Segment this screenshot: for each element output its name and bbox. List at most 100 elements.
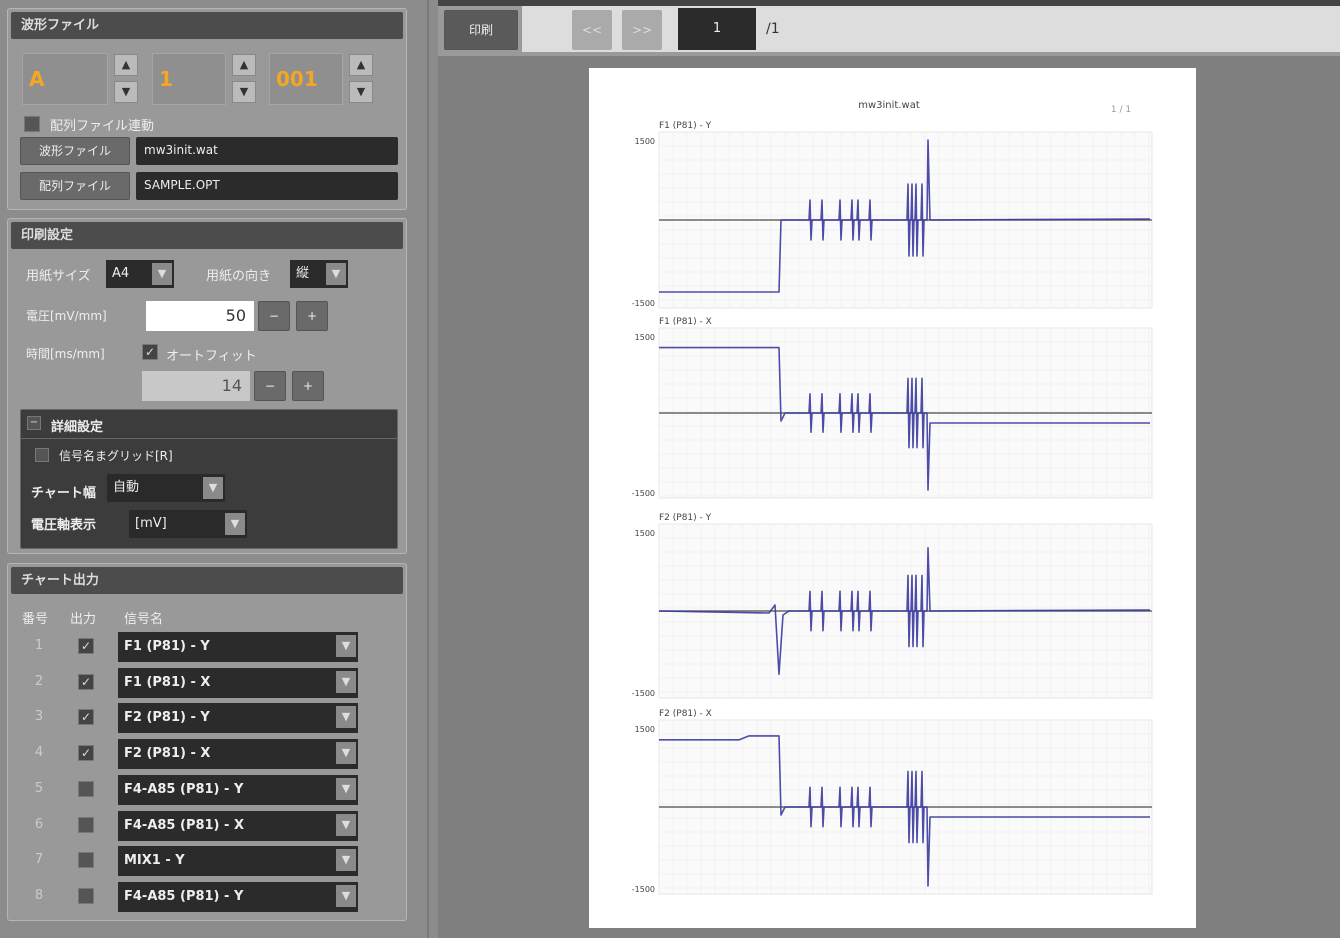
output-checkbox[interactable] <box>78 852 94 869</box>
detail-title: 詳細設定 <box>51 420 104 435</box>
section-title: 波形ファイル <box>11 12 403 39</box>
row-number: 2 <box>34 673 44 689</box>
signal-select[interactable]: F1 (P81) - X ▼ <box>118 667 358 698</box>
orientation-value: 縦 <box>296 266 310 281</box>
time-input[interactable]: 14 <box>142 371 250 401</box>
code-001-up-button[interactable]: ▲ <box>349 54 373 76</box>
signal-value: F4-A85 (P81) - Y <box>124 888 244 904</box>
array-file-value[interactable]: SAMPLE.OPT <box>136 172 398 200</box>
array-file-button[interactable]: 配列ファイル <box>20 172 130 200</box>
chevron-down-icon: ▼ <box>203 477 223 499</box>
prev-page-button[interactable]: << <box>572 10 612 50</box>
wave-file-value[interactable]: mw3init.wat <box>136 137 398 165</box>
chevron-down-icon: ▼ <box>336 884 356 907</box>
y-min-label: -1500 <box>632 489 655 498</box>
time-label: 時間[ms/mm] <box>26 347 105 361</box>
row-number: 6 <box>34 816 44 832</box>
time-minus-button[interactable]: − <box>254 371 286 401</box>
row-number: 4 <box>34 745 44 761</box>
signal-select[interactable]: F2 (P81) - X ▼ <box>118 739 358 770</box>
y-max-label: 1500 <box>635 333 655 342</box>
chevron-down-icon: ▼ <box>336 849 356 872</box>
chart-label: F2 (P81) - Y <box>659 513 712 523</box>
output-checkbox[interactable] <box>78 887 94 904</box>
chevron-down-icon: ▼ <box>336 777 356 800</box>
chart-width-value: 自動 <box>113 480 140 495</box>
row-number: 8 <box>34 887 44 903</box>
section-title: 印刷設定 <box>11 222 403 249</box>
section-title: チャート出力 <box>11 567 403 594</box>
output-checkbox[interactable] <box>78 780 94 797</box>
link-array-checkbox[interactable] <box>24 116 40 132</box>
output-checkbox[interactable]: ✓ <box>78 638 94 654</box>
grid-label: 信号名まグリッド[R] <box>59 449 173 463</box>
signal-value: MIX1 - Y <box>124 853 185 869</box>
orientation-select[interactable]: 縦 ▼ <box>290 260 348 288</box>
panel-splitter[interactable] <box>418 0 438 938</box>
autofit-label: オートフィット <box>166 349 257 364</box>
link-array-label: 配列ファイル連動 <box>50 119 155 134</box>
y-min-label: -1500 <box>632 689 655 698</box>
preview-page: mw3init.wat 1 / 1 F1 (P81) - Y 1500 -1500 F… <box>589 68 1196 928</box>
signal-select[interactable]: F4-A85 (P81) - X ▼ <box>118 810 358 841</box>
chevron-down-icon: ▼ <box>225 513 245 535</box>
signal-value: F1 (P81) - Y <box>124 639 210 654</box>
signal-select[interactable]: F1 (P81) - Y ▼ <box>118 632 358 662</box>
output-checkbox[interactable]: ✓ <box>78 709 94 726</box>
y-max-label: 1500 <box>635 725 655 734</box>
chart-width-select[interactable]: 自動 ▼ <box>107 474 225 502</box>
code-1-field[interactable]: 1 <box>152 53 226 105</box>
col-signal-header: 信号名 <box>124 612 164 627</box>
row-number: 5 <box>34 780 44 796</box>
code-001-down-button[interactable]: ▼ <box>349 81 373 103</box>
page-number-input[interactable]: 1 <box>678 8 756 50</box>
orientation-label: 用紙の向き <box>206 269 272 284</box>
chevron-down-icon: ▼ <box>326 263 346 285</box>
voltage-input[interactable]: 50 <box>146 301 254 331</box>
signal-value: F4-A85 (P81) - X <box>124 817 244 833</box>
signal-select[interactable]: F2 (P81) - Y ▼ <box>118 703 358 734</box>
chart-label: F2 (P81) - X <box>659 709 712 719</box>
left-panel: 波形ファイル A ▲ ▼ 1 ▲ ▼ 001 ▲ ▼ 配列ファイル連動 波形ファ… <box>0 0 418 938</box>
code-001-field[interactable]: 001 <box>269 53 343 105</box>
autofit-checkbox[interactable]: ✓ <box>142 344 158 360</box>
voltage-minus-button[interactable]: − <box>258 301 290 331</box>
detail-collapse-icon[interactable]: − <box>27 416 41 430</box>
print-settings-section: 印刷設定 用紙サイズ A4 ▼ 用紙の向き 縦 ▼ 電圧[mV/mm] 50 −… <box>7 218 407 554</box>
paper-size-select[interactable]: A4 ▼ <box>106 260 174 288</box>
page-indicator: 1 / 1 <box>1111 105 1131 115</box>
chevron-down-icon: ▼ <box>336 670 356 693</box>
y-min-label: -1500 <box>632 299 655 308</box>
paper-size-value: A4 <box>112 266 130 281</box>
row-number: 7 <box>34 852 44 868</box>
output-checkbox[interactable]: ✓ <box>78 673 94 690</box>
signal-select[interactable]: F4-A85 (P81) - Y ▼ <box>118 881 358 912</box>
voltage-axis-value: [mV] <box>135 516 167 531</box>
chart-width-label: チャート幅 <box>31 486 96 501</box>
code-1-down-button[interactable]: ▼ <box>232 81 256 103</box>
detail-settings-panel: − 詳細設定 信号名まグリッド[R] チャート幅 自動 ▼ 電圧軸表示 [mV]… <box>20 409 398 549</box>
output-checkbox[interactable] <box>78 816 94 833</box>
voltage-plus-button[interactable]: + <box>296 301 328 331</box>
code-1-up-button[interactable]: ▲ <box>232 54 256 76</box>
signal-select[interactable]: F4-A85 (P81) - Y ▼ <box>118 774 358 805</box>
grid-checkbox[interactable] <box>35 448 49 462</box>
paper-size-label: 用紙サイズ <box>26 269 91 284</box>
code-a-up-button[interactable]: ▲ <box>114 54 138 76</box>
output-checkbox[interactable]: ✓ <box>78 745 94 762</box>
document-title: mw3init.wat <box>858 100 920 111</box>
chevron-down-icon: ▼ <box>336 706 356 729</box>
y-max-label: 1500 <box>635 529 655 538</box>
signal-select[interactable]: MIX1 - Y ▼ <box>118 846 358 877</box>
print-button[interactable]: 印刷 <box>444 10 518 50</box>
code-a-field[interactable]: A <box>22 53 108 105</box>
preview-page-svg: mw3init.wat 1 / 1 F1 (P81) - Y 1500 -1500 F… <box>632 100 1153 895</box>
wave-file-button[interactable]: 波形ファイル <box>20 137 130 165</box>
next-page-button[interactable]: >> <box>622 10 662 50</box>
code-a-down-button[interactable]: ▼ <box>114 81 138 103</box>
voltage-axis-label: 電圧軸表示 <box>31 518 97 533</box>
time-plus-button[interactable]: + <box>292 371 324 401</box>
chart-label: F1 (P81) - Y <box>659 121 712 131</box>
y-max-label: 1500 <box>635 137 655 146</box>
voltage-axis-select[interactable]: [mV] ▼ <box>129 510 247 538</box>
